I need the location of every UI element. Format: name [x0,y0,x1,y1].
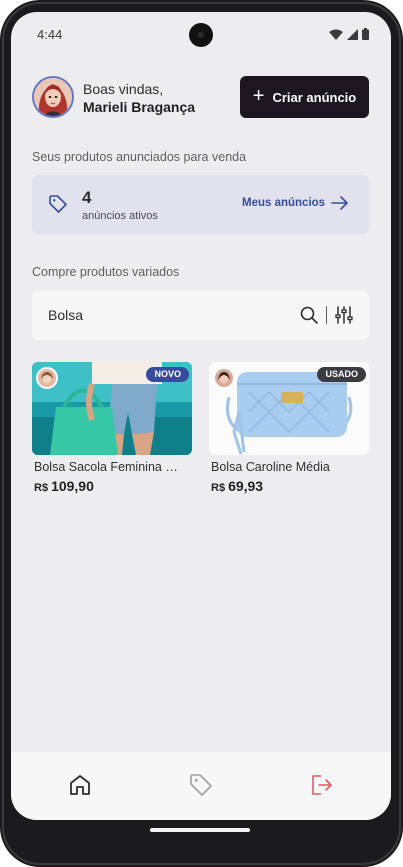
user-name: Marieli Bragança [83,99,196,115]
price-value: 109,90 [51,478,94,494]
price-currency: R$ [34,482,49,494]
bottom-tab-bar [11,752,391,820]
price-currency: R$ [211,482,226,494]
product-name: Bolsa Sacola Feminina Gucci [34,460,186,474]
user-avatar[interactable] [32,76,74,118]
search-input[interactable] [48,304,288,326]
active-ads-caption: anúncios ativos [82,210,158,222]
product-image[interactable]: NOVO [32,362,192,455]
arrow-right-icon[interactable] [331,195,349,211]
my-ads-link[interactable]: Meus anúncios [242,197,325,209]
wifi-icon [329,29,343,40]
battery-icon [362,28,369,40]
create-ad-button[interactable]: + Criar anúncio [240,76,369,118]
front-camera [189,23,213,47]
browse-section-label: Compre produtos variados [32,265,180,279]
app-screen: 4:44 Boas vindas, Marieli Bragança + Cri… [11,12,391,820]
home-indicator[interactable] [150,828,250,832]
phone-frame: 4:44 Boas vindas, Marieli Bragança + Cri… [0,0,403,867]
search-icon[interactable] [300,306,318,324]
home-icon[interactable] [67,772,93,798]
my-ads-card: 4 anúncios ativos Meus anúncios [32,175,369,234]
condition-badge: NOVO [146,367,189,382]
product-price: R$ 69,93 [211,478,263,494]
product-name: Bolsa Caroline Média [211,460,330,474]
my-ads-section-label: Seus produtos anunciados para venda [32,150,247,164]
filter-icon[interactable] [335,306,353,324]
user-avatar-image [34,78,72,116]
status-bar: 4:44 [11,12,391,56]
price-value: 69,93 [228,478,264,494]
status-icons [329,28,369,40]
search-divider [326,306,327,324]
product-image[interactable]: USADO [209,362,369,455]
signal-icon [347,28,358,40]
status-time: 4:44 [37,27,63,42]
search-bar [32,291,369,340]
product-price: R$ 109,90 [34,478,94,494]
tag-icon[interactable] [188,772,214,798]
greeting-text: Boas vindas, [83,81,164,97]
active-ads-count: 4 [82,188,92,207]
create-ad-label: Criar anúncio [272,89,357,105]
plus-icon: + [252,85,265,107]
sign-out-icon[interactable] [309,772,335,798]
seller-avatar [36,367,58,389]
seller-avatar [213,367,235,389]
tag-icon [49,195,67,213]
condition-badge: USADO [317,367,366,382]
